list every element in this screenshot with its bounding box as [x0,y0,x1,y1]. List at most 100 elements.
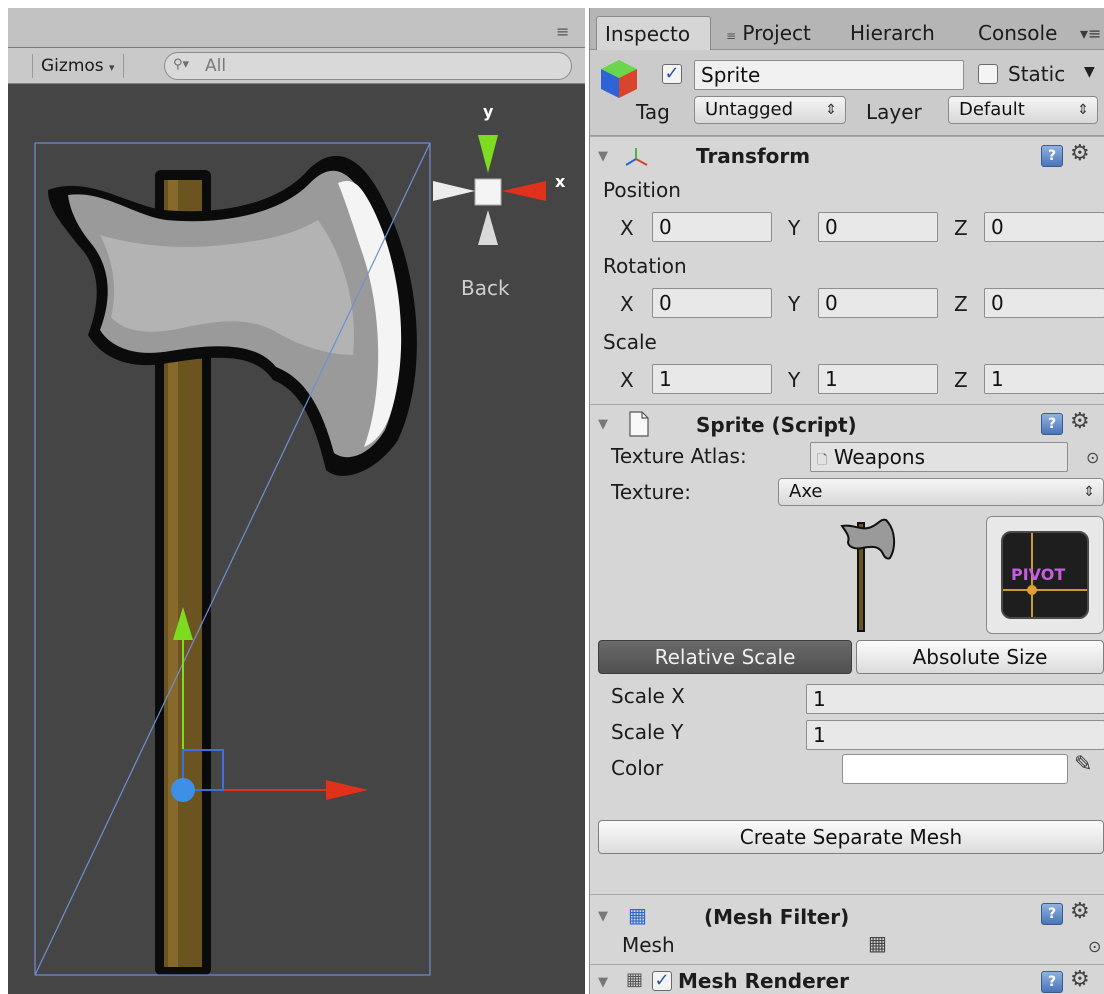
help-icon[interactable]: ? [1041,413,1063,435]
color-label: Color [611,756,664,780]
static-dropdown-arrow-icon[interactable]: ▼ [1084,64,1095,80]
relative-scale-button[interactable]: Relative Scale [598,640,852,674]
x-axis-handle-icon [326,780,368,800]
mesh-label: Mesh [622,933,675,957]
gear-icon[interactable]: ⚙ [1070,967,1090,992]
gear-icon[interactable]: ⚙ [1070,409,1090,434]
scale-y-label-sprite: Scale Y [611,720,684,744]
mesh-filter-section[interactable]: ▼ ▦ (Mesh Filter) ? ⚙ Mesh ▦ ⊙ [590,894,1104,958]
pivot-dot [1027,585,1037,595]
updown-arrow-icon: ⇕ [1083,484,1095,500]
pivot-label: PIVOT [1011,565,1066,584]
mesh-renderer-title: Mesh Renderer [678,969,849,993]
orientation-gizmo-icon[interactable] [433,135,546,245]
help-icon[interactable]: ? [1041,145,1063,167]
script-file-icon [629,411,649,437]
mesh-grid-icon: ▦ [868,931,887,955]
object-active-checkbox[interactable]: ✓ [662,64,682,84]
texture-preview-axe-icon[interactable] [838,514,900,634]
view-orientation-label: Back [461,276,510,300]
mesh-renderer-icon: ▦ [626,969,644,990]
object-picker-icon[interactable]: ⊙ [1086,448,1099,467]
tab-hierarchy[interactable]: Hierarch [842,16,950,50]
texture-atlas-field[interactable]: 🗋 Weapons [810,442,1068,472]
rotation-z-field[interactable]: 0 [984,288,1104,318]
gear-icon[interactable]: ⚙ [1070,899,1090,924]
rotation-x-field[interactable]: 0 [652,288,772,318]
layer-label: Layer [866,100,922,124]
scale-z-field[interactable]: 1 [984,364,1104,394]
color-field[interactable] [842,754,1068,784]
scene-menu-icon[interactable]: ≡ [556,22,569,41]
position-label: Position [603,178,681,202]
layer-value: Default [959,99,1025,120]
static-checkbox[interactable]: ✓ [978,64,998,84]
position-x-field[interactable]: 0 [652,212,772,242]
scale-x-label: X [620,368,634,392]
position-z-field[interactable]: 0 [984,212,1104,242]
scale-x-label-sprite: Scale X [611,684,685,708]
foldout-arrow-icon[interactable]: ▼ [598,909,608,924]
layer-dropdown[interactable]: Default ⇕ [948,96,1098,124]
center-handle-icon [171,778,195,802]
mesh-renderer-header[interactable]: ▼ ▦ ✓ Mesh Renderer ? ⚙ [590,964,1104,994]
create-separate-mesh-button[interactable]: Create Separate Mesh [598,820,1104,854]
scene-search-input[interactable]: All [164,52,572,80]
tab-project-label: Project [742,21,811,45]
search-icon: ⚲▾ [173,57,190,72]
gizmos-dropdown[interactable]: Gizmos ▾ [32,54,124,78]
rotation-y-field[interactable]: 0 [818,288,938,318]
pivot-icon: PIVOT [1001,531,1089,619]
scale-z-label: Z [954,368,968,392]
texture-value: Axe [789,481,823,502]
gizmos-label: Gizmos [41,56,104,76]
position-y-field[interactable]: 0 [818,212,938,242]
updown-arrow-icon: ⇕ [825,102,837,118]
object-name-input[interactable]: Sprite [694,60,964,90]
help-icon[interactable]: ? [1041,903,1063,925]
foldout-arrow-icon[interactable]: ▼ [598,417,608,432]
scene-tab-strip: ≡ [8,8,585,48]
scene-viewport[interactable]: y x Back [8,85,585,994]
panel-menu-icon[interactable]: ▾≡ [1080,24,1101,43]
gizmo-y-label: y [483,102,494,121]
texture-label: Texture: [611,480,691,504]
scale-x-field[interactable]: 1 [652,364,772,394]
mesh-filter-title: (Mesh Filter) [704,905,850,929]
gameobject-cube-icon [601,60,637,98]
gear-icon[interactable]: ⚙ [1070,141,1090,166]
editor-tab-bar: Inspecto ≡ Project Hierarch Console ▾≡ [590,8,1104,50]
texture-dropdown[interactable]: Axe ⇕ [778,478,1104,506]
sprite-scale-y-field[interactable]: 1 [806,720,1104,750]
sprite-scale-x-field[interactable]: 1 [806,684,1104,714]
project-icon: ≡ [726,29,737,43]
tab-inspector[interactable]: Inspecto [596,16,711,50]
scale-y-label: Y [788,368,801,392]
position-z-label: Z [954,216,968,240]
tag-dropdown[interactable]: Untagged ⇕ [694,96,846,124]
scene-view[interactable]: ≡ Gizmos ▾ All ⚲▾ y x Back [8,8,585,994]
transform-title: Transform [696,144,811,168]
static-label: Static [1008,62,1066,86]
help-icon[interactable]: ? [1041,971,1063,993]
object-picker-icon[interactable]: ⊙ [1088,937,1101,956]
updown-arrow-icon: ⇕ [1077,102,1089,118]
tab-console[interactable]: Console [970,16,1080,50]
position-y-label: Y [788,216,801,240]
position-x-label: X [620,216,634,240]
absolute-size-button[interactable]: Absolute Size [856,640,1104,674]
scale-y-field[interactable]: 1 [818,364,938,394]
tab-project[interactable]: ≡ Project [718,16,819,50]
scene-canvas [34,135,546,976]
axe-sprite[interactable] [48,155,417,975]
eyedropper-icon[interactable]: ✎ [1074,752,1092,777]
pivot-button[interactable]: PIVOT [986,516,1104,634]
asset-icon: 🗋 [817,453,828,468]
foldout-arrow-icon[interactable]: ▼ [598,149,608,164]
sprite-script-title: Sprite (Script) [696,413,857,437]
mesh-renderer-enabled-checkbox[interactable]: ✓ [652,971,672,991]
transform-header[interactable]: ▼ Transform ? ⚙ [590,136,1104,174]
scale-label: Scale [603,330,657,354]
foldout-arrow-icon[interactable]: ▼ [598,975,608,990]
sprite-script-header[interactable]: ▼ Sprite (Script) ? ⚙ [590,404,1104,442]
